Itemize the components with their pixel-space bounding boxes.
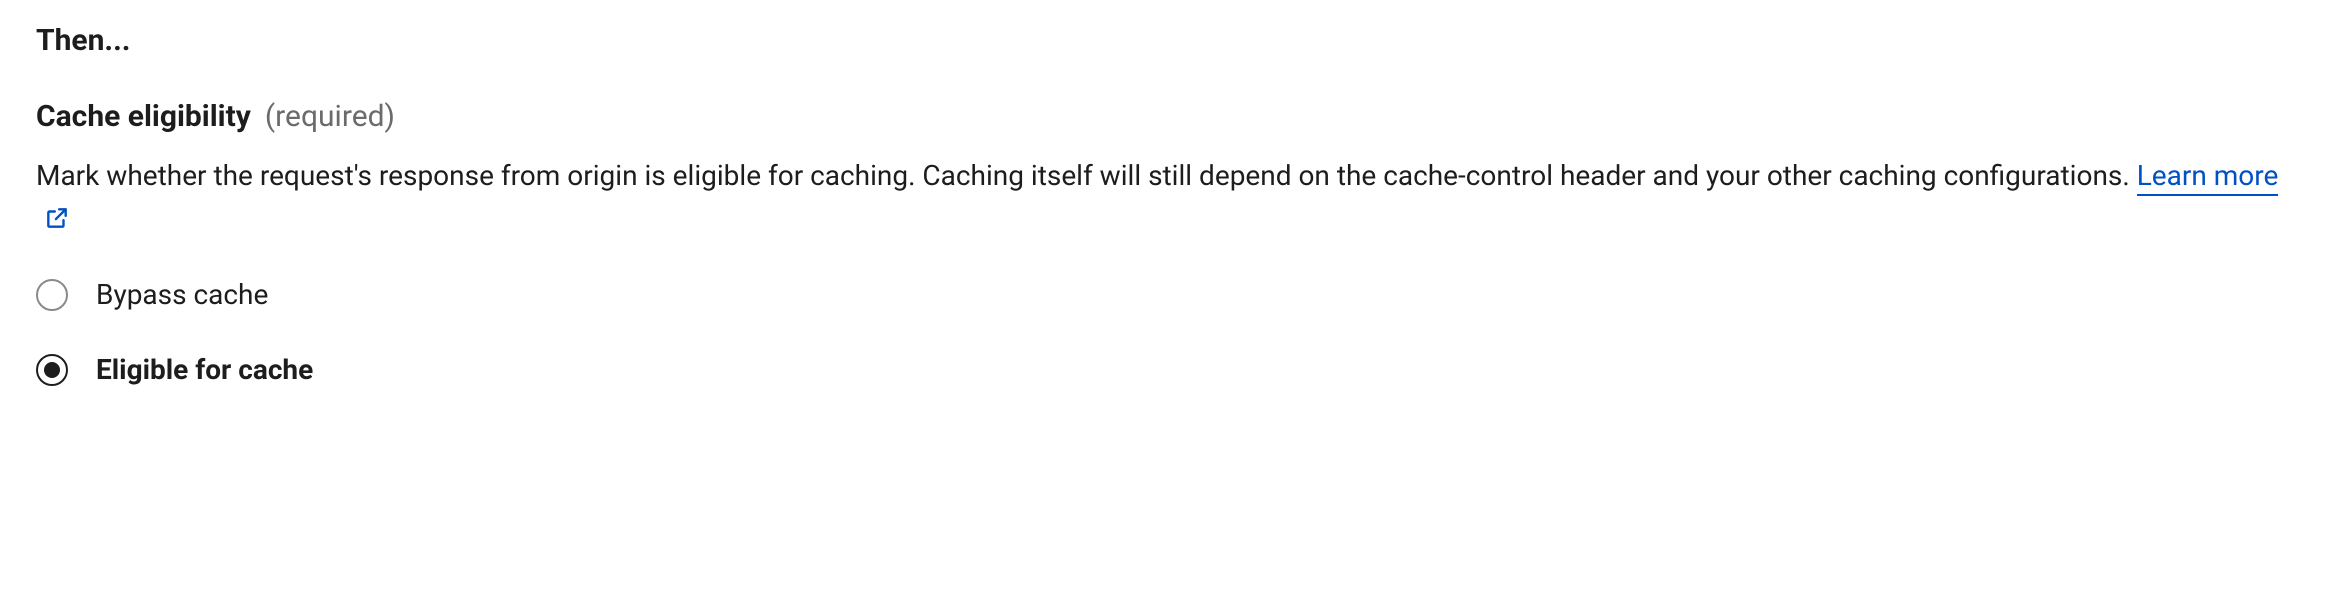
required-tag: (required) xyxy=(265,96,395,138)
radio-indicator xyxy=(36,279,68,311)
radio-label: Eligible for cache xyxy=(96,350,313,389)
radio-eligible-for-cache[interactable]: Eligible for cache xyxy=(36,350,2302,389)
radio-bypass-cache[interactable]: Bypass cache xyxy=(36,275,2302,314)
field-label-row: Cache eligibility (required) xyxy=(36,96,2302,138)
field-description: Mark whether the request's response from… xyxy=(36,156,2296,237)
description-text: Mark whether the request's response from… xyxy=(36,159,2137,192)
radio-label: Bypass cache xyxy=(96,275,268,314)
learn-more-link[interactable]: Learn more xyxy=(2137,159,2279,196)
radio-dot-icon xyxy=(44,362,60,378)
radio-group: Bypass cache Eligible for cache xyxy=(36,275,2302,389)
radio-indicator xyxy=(36,354,68,386)
external-link-icon xyxy=(44,205,70,231)
field-label: Cache eligibility xyxy=(36,96,251,138)
section-header: Then... xyxy=(36,20,2302,62)
